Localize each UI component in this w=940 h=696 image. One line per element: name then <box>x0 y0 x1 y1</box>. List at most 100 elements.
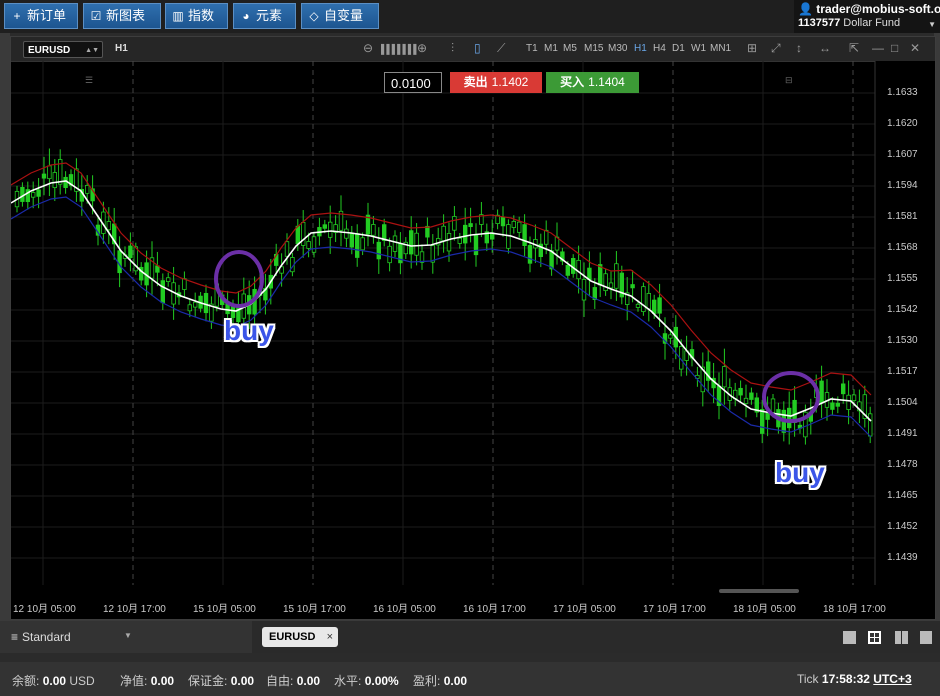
spinner-icon: ▲▼ <box>85 47 99 54</box>
price-tick-label: 1.1594 <box>887 180 918 191</box>
timezone-selector[interactable]: UTC+3 <box>873 672 911 686</box>
layout-rows-icon[interactable] <box>920 631 932 644</box>
candle-body <box>765 412 770 420</box>
server-time: 17:58:32 <box>821 672 870 686</box>
sell-button[interactable]: 卖出 1.1402 <box>450 72 542 93</box>
tf-t1[interactable]: T1 <box>526 43 538 54</box>
candle-body <box>360 237 365 251</box>
candle-body <box>441 225 446 242</box>
account-dropdown-icon[interactable]: ▼ <box>928 20 936 29</box>
chart-check-icon: ☑ <box>90 9 102 23</box>
tf-mn1[interactable]: MN1 <box>710 43 731 54</box>
bar-chart-type-icon[interactable]: ⫶ <box>451 41 454 56</box>
horizontal-scrollbar[interactable] <box>719 589 799 593</box>
candle-body <box>641 286 646 313</box>
candle-body <box>376 241 381 260</box>
candle-body <box>47 165 52 180</box>
zoom-in-icon[interactable]: ⊕ <box>417 41 427 55</box>
candle-body <box>306 241 311 249</box>
tf-m1[interactable]: M1 <box>544 43 558 54</box>
new-chart-button[interactable]: ☑ 新图表 <box>83 3 161 29</box>
detach-window-icon[interactable]: ⇱ <box>849 41 859 55</box>
candle-body <box>392 235 398 252</box>
maximize-icon[interactable]: □ <box>891 41 898 55</box>
candle-body <box>160 280 165 304</box>
panel-icon: ⊟ <box>785 75 793 85</box>
candle-body <box>516 221 522 233</box>
elements-button[interactable]: ◕ 元素 <box>233 3 296 29</box>
minimize-icon[interactable]: — <box>872 41 884 55</box>
candle-body <box>738 387 743 396</box>
new-order-button[interactable]: + 新订单 <box>4 3 78 29</box>
tf-h1[interactable]: H1 <box>634 43 647 54</box>
margin-value: 0.00 <box>230 674 255 688</box>
horizontal-resize-icon[interactable]: ↔ <box>819 41 831 55</box>
candle-body <box>381 224 387 241</box>
candle-body <box>327 221 333 238</box>
diagonal-resize-icon[interactable]: ⤢ <box>771 41 781 56</box>
buy-button[interactable]: 买入 1.1404 <box>546 72 639 93</box>
candle-body <box>344 228 349 239</box>
candle-body <box>522 224 527 247</box>
time-tick-label: 17 10月 05:00 <box>553 604 616 615</box>
zoom-out-icon[interactable]: ⊖ <box>363 41 373 55</box>
diamond-icon: ◇ <box>309 9 319 23</box>
free-margin-value: 0.00 <box>296 674 321 688</box>
symbol-selector[interactable]: EURUSD ▲▼ <box>23 41 103 58</box>
candle-body <box>311 236 317 253</box>
candle-body <box>608 282 614 289</box>
candle-body <box>511 220 516 228</box>
current-timeframe: H1 <box>115 43 128 54</box>
workspace-selector[interactable]: ≡ Standard ▼ <box>0 621 252 653</box>
candle-body <box>41 173 47 179</box>
candle-body <box>284 241 290 257</box>
time-tick-label: 15 10月 17:00 <box>283 604 346 615</box>
candle-body <box>52 172 57 189</box>
variables-button[interactable]: ◇ 自变量 <box>301 3 379 29</box>
zoom-slider[interactable]: ▌▌▌▌▌▌▌ <box>381 44 420 54</box>
close-tab-icon[interactable]: × <box>327 627 333 647</box>
line-chart-type-icon[interactable]: ⟋ <box>497 41 505 56</box>
price-tick-label: 1.1478 <box>887 459 918 470</box>
candle-body <box>182 278 187 290</box>
tf-m15[interactable]: M15 <box>584 43 603 54</box>
tab-eurusd[interactable]: EURUSD × <box>262 627 338 647</box>
candlestick-type-icon[interactable]: ▯ <box>474 41 481 55</box>
layout-columns-icon[interactable] <box>895 631 908 644</box>
tf-d1[interactable]: D1 <box>672 43 685 54</box>
candle-body <box>835 402 840 407</box>
tf-m30[interactable]: M30 <box>608 43 627 54</box>
account-panel[interactable]: 👤 trader@mobius-soft.org 1137577 Dollar … <box>794 0 940 33</box>
candle-body <box>787 407 792 429</box>
candlestick-chart[interactable]: ☰ ⊟ <box>11 61 935 619</box>
vertical-resize-icon[interactable]: ↕ <box>796 41 802 55</box>
price-tick-label: 1.1568 <box>887 242 918 253</box>
candle-body <box>30 192 36 198</box>
layout-grid-icon[interactable] <box>868 631 881 644</box>
time-tick-label: 18 10月 17:00 <box>823 604 886 615</box>
indicators-button[interactable]: ▥ 指数 <box>165 3 228 29</box>
candle-body <box>500 216 506 227</box>
close-icon[interactable]: ✕ <box>910 41 920 55</box>
crosshair-icon[interactable]: ⊞ <box>747 41 757 55</box>
candle-body <box>614 263 619 289</box>
candle-body <box>203 293 209 314</box>
left-collapse-handle[interactable] <box>0 33 10 623</box>
candle-body <box>830 402 835 410</box>
tf-h4[interactable]: H4 <box>653 43 666 54</box>
price-tick-label: 1.1581 <box>887 211 918 222</box>
candle-body <box>468 223 473 228</box>
buy-annotation: buy <box>224 315 274 346</box>
layout-single-icon[interactable] <box>843 631 856 644</box>
tf-w1[interactable]: W1 <box>691 43 706 54</box>
candle-body <box>187 304 192 312</box>
candle-body <box>117 250 122 274</box>
price-tick-label: 1.1452 <box>887 521 918 532</box>
time-tick-label: 16 10月 05:00 <box>373 604 436 615</box>
candle-body <box>473 234 479 256</box>
shapes-icon: ◕ <box>242 9 250 23</box>
tf-m5[interactable]: M5 <box>563 43 577 54</box>
time-tick-label: 12 10月 17:00 <box>103 604 166 615</box>
candle-body <box>760 409 765 434</box>
volume-input[interactable]: 0.0100 <box>384 72 442 93</box>
